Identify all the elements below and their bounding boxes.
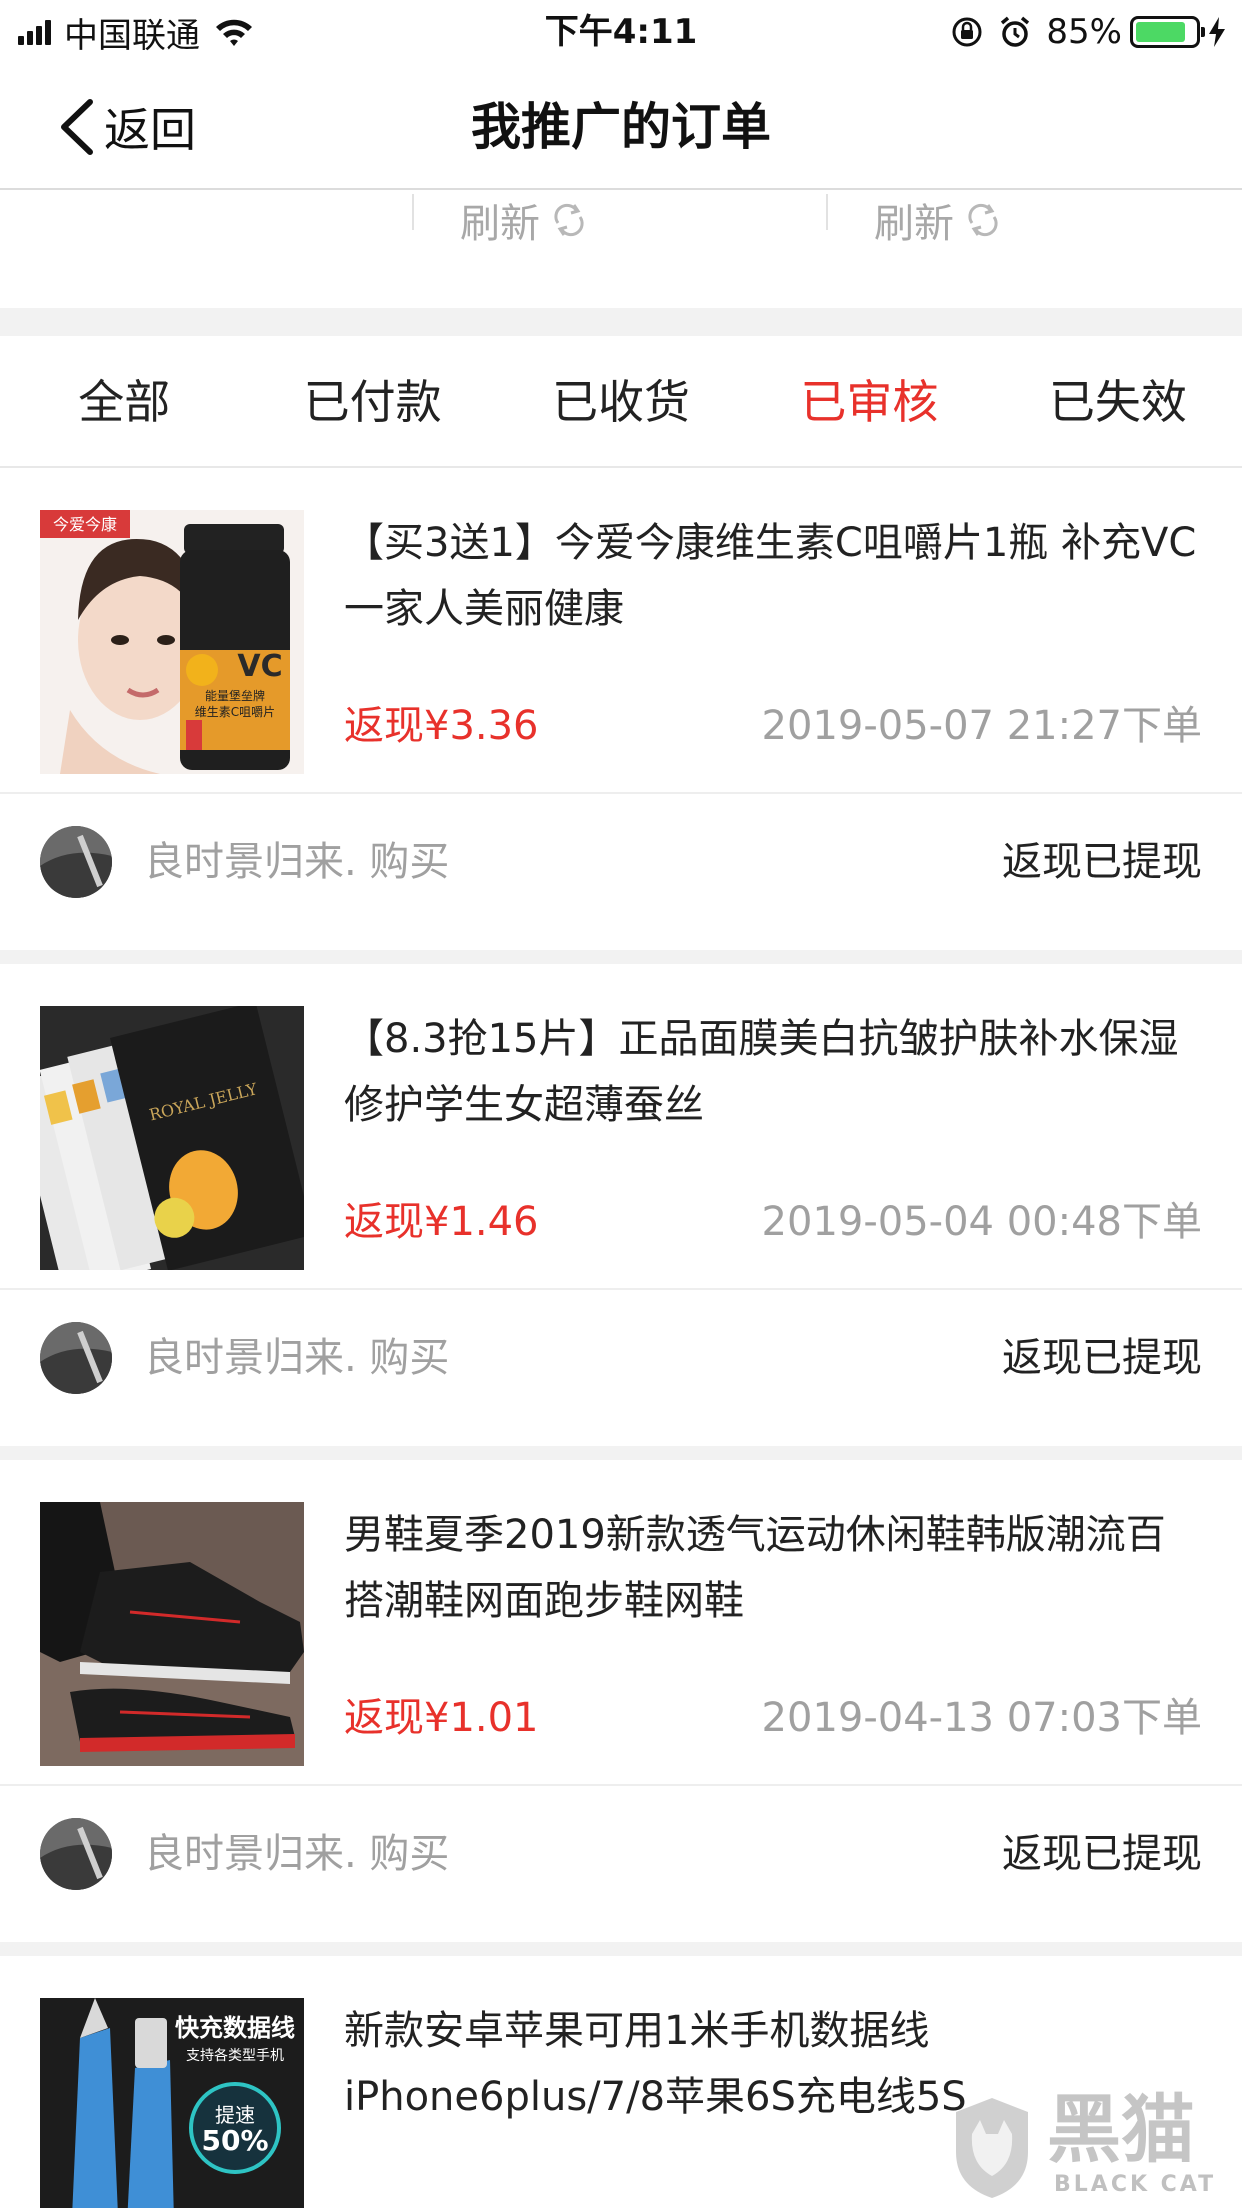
cashback-amount: 返现¥1.46 — [344, 1199, 539, 1245]
cable-promo-line1: 快充数据线 — [175, 2014, 295, 2042]
product-line2: 维生素C咀嚼片 — [195, 705, 275, 719]
avatar — [40, 1322, 112, 1394]
black-cat-watermark: 黑猫 BLACK CAT — [942, 2090, 1232, 2208]
product-image[interactable]: ROYAL JELLY — [40, 1006, 304, 1270]
rotation-lock-icon — [952, 17, 982, 47]
page-title: 我推广的订单 — [471, 98, 771, 156]
order-time: 2019-04-13 07:03下单 — [761, 1695, 1202, 1741]
refresh-row: 刷新 刷新 — [0, 190, 1242, 308]
order-product-row[interactable]: 今爱今康 VC 能量堡垒牌 维生素C咀嚼片 【买3送1】今爱今康维生素C咀嚼片1… — [0, 468, 1242, 794]
status-bar: 中国联通 下午4:11 85% — [0, 0, 1242, 64]
refresh-label: 刷新 — [460, 201, 540, 247]
order-card[interactable]: 男鞋夏季2019新款透气运动休闲鞋韩版潮流百搭潮鞋网面跑步鞋网鞋 返现¥1.01… — [0, 1460, 1242, 1942]
vc-label: VC — [237, 649, 282, 684]
avatar — [40, 1818, 112, 1890]
product-image[interactable] — [40, 1502, 304, 1766]
refresh-button-1[interactable]: 刷新 — [412, 190, 588, 250]
refresh-button-2[interactable]: 刷新 — [826, 190, 1002, 250]
product-image[interactable]: 今爱今康 VC 能量堡垒牌 维生素C咀嚼片 — [40, 510, 304, 774]
product-line1: 能量堡垒牌 — [205, 688, 265, 703]
card-divider — [0, 1942, 1242, 1956]
order-product-row[interactable]: ROYAL JELLY 【8.3抢15片】正品面膜美白抗皱护肤补水保湿修护学生女… — [0, 964, 1242, 1290]
order-time: 2019-05-07 21:27下单 — [761, 703, 1202, 749]
charging-cable-product-image: 快充数据线 支持各类型手机 提速 50% — [40, 1998, 304, 2208]
order-time: 2019-05-04 00:48下单 — [761, 1199, 1202, 1245]
card-divider — [0, 950, 1242, 964]
refresh-icon — [554, 203, 584, 237]
card-divider — [0, 1446, 1242, 1460]
avatar — [40, 826, 112, 898]
order-card[interactable]: ROYAL JELLY 【8.3抢15片】正品面膜美白抗皱护肤补水保湿修护学生女… — [0, 964, 1242, 1446]
tab-all[interactable]: 全部 — [0, 336, 248, 466]
watermark-sub: BLACK CAT — [1054, 2172, 1217, 2197]
cashback-amount: 返现¥3.36 — [344, 703, 539, 749]
order-status: 返现已提现 — [1002, 1831, 1202, 1877]
status-right: 85% — [950, 8, 1228, 56]
tab-reviewed[interactable]: 已审核 — [745, 336, 993, 466]
section-divider — [0, 308, 1242, 336]
product-image[interactable]: 快充数据线 支持各类型手机 提速 50% — [40, 1998, 304, 2208]
refresh-label: 刷新 — [874, 201, 954, 247]
divider — [412, 194, 414, 230]
watermark-name: 黑猫 — [1047, 2087, 1195, 2173]
product-title[interactable]: 【买3送1】今爱今康维生素C咀嚼片1瓶 补充VC 一家人美丽健康 — [344, 510, 1204, 642]
black-cat-logo-icon — [956, 2098, 1028, 2198]
cable-promo-line2: 支持各类型手机 — [186, 2048, 284, 2064]
product-title[interactable]: 【8.3抢15片】正品面膜美白抗皱护肤补水保湿修护学生女超薄蚕丝 — [344, 1006, 1204, 1138]
vitamin-c-product-image: 今爱今康 VC 能量堡垒牌 维生素C咀嚼片 — [40, 510, 304, 774]
tab-paid[interactable]: 已付款 — [248, 336, 496, 466]
charging-bolt-icon — [1209, 17, 1225, 47]
sneaker-product-image — [40, 1502, 304, 1766]
order-buyer-row: 良时景归来. 购买 返现已提现 — [0, 1290, 1242, 1426]
tab-received[interactable]: 已收货 — [497, 336, 745, 466]
order-status: 返现已提现 — [1002, 839, 1202, 885]
divider — [826, 194, 828, 230]
battery-percent: 85% — [1046, 12, 1122, 52]
product-title[interactable]: 男鞋夏季2019新款透气运动休闲鞋韩版潮流百搭潮鞋网面跑步鞋网鞋 — [344, 1502, 1204, 1634]
refresh-icon — [968, 203, 998, 237]
face-mask-product-image: ROYAL JELLY — [40, 1006, 304, 1270]
battery-icon — [1130, 16, 1205, 48]
cashback-amount: 返现¥1.01 — [344, 1695, 539, 1741]
cable-badge-line2: 50% — [201, 2124, 268, 2157]
buyer-info: 良时景归来. 购买 — [144, 839, 450, 885]
status-tabs: 全部 已付款 已收货 已审核 已失效 — [0, 336, 1242, 468]
order-buyer-row: 良时景归来. 购买 返现已提现 — [0, 794, 1242, 930]
buyer-info: 良时景归来. 购买 — [144, 1831, 450, 1877]
brand-logo-text: 今爱今康 — [53, 515, 117, 534]
alarm-icon — [1001, 16, 1030, 47]
order-product-row[interactable]: 男鞋夏季2019新款透气运动休闲鞋韩版潮流百搭潮鞋网面跑步鞋网鞋 返现¥1.01… — [0, 1460, 1242, 1786]
tab-expired[interactable]: 已失效 — [994, 336, 1242, 466]
nav-bar: 返回 我推广的订单 — [0, 64, 1242, 190]
order-buyer-row: 良时景归来. 购买 返现已提现 — [0, 1786, 1242, 1922]
buyer-info: 良时景归来. 购买 — [144, 1335, 450, 1381]
order-status: 返现已提现 — [1002, 1335, 1202, 1381]
order-card[interactable]: 今爱今康 VC 能量堡垒牌 维生素C咀嚼片 【买3送1】今爱今康维生素C咀嚼片1… — [0, 468, 1242, 950]
